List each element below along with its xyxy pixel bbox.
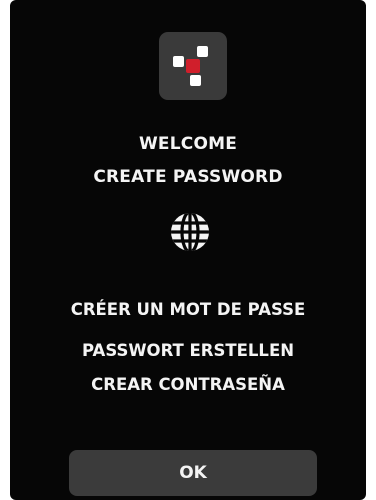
welcome-title: WELCOME <box>138 134 238 154</box>
french-label: CRÉER UN MOT DE PASSE <box>70 300 306 319</box>
spanish-label: CREAR CONTRASEÑA <box>91 375 285 394</box>
create-password-title: CREATE PASSWORD <box>93 167 283 187</box>
device-screen: WELCOME CREATE PASSWORD CRÉER UN MOT DE … <box>10 0 366 500</box>
app-logo-icon <box>173 46 208 86</box>
ok-button[interactable]: OK <box>69 450 317 496</box>
app-logo <box>159 32 227 100</box>
german-label: PASSWORT ERSTELLEN <box>81 341 295 360</box>
globe-icon <box>168 210 212 254</box>
